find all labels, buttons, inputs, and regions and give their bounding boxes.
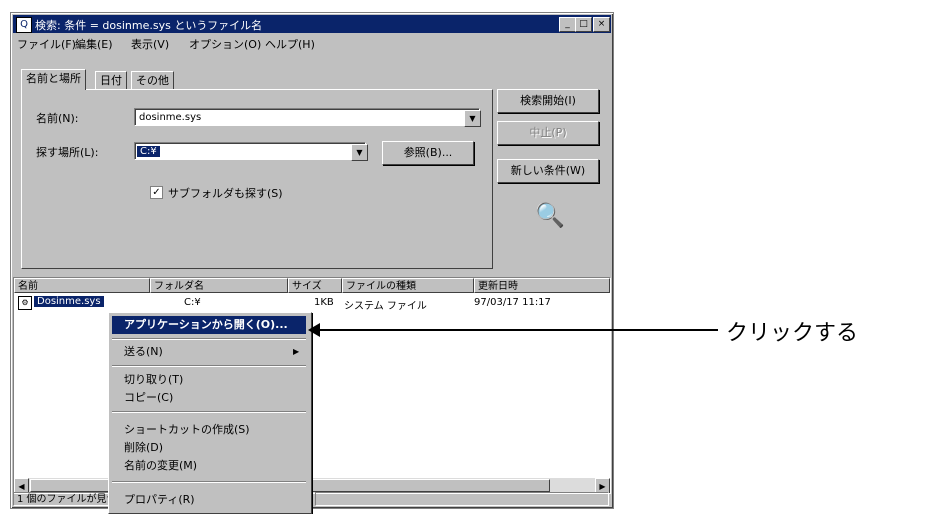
menu-separator bbox=[112, 365, 306, 367]
subfolder-label: サブフォルダも探す(S) bbox=[168, 187, 283, 200]
search-criteria-panel: 名前(N): dosinme.sys ▼ 探す場所(L): C:¥ ▼ 参照(B… bbox=[21, 89, 493, 269]
status-panel bbox=[315, 492, 609, 506]
scroll-right-icon[interactable]: ▶ bbox=[595, 478, 610, 493]
new-search-button[interactable]: 新しい条件(W) bbox=[497, 159, 599, 183]
menu-item-create-shortcut[interactable]: ショートカットの作成(S) bbox=[112, 421, 306, 439]
menu-file[interactable]: ファイル(F) bbox=[17, 36, 76, 52]
column-header-modified[interactable]: 更新日時 bbox=[474, 278, 610, 293]
result-folder: C:¥ bbox=[184, 297, 201, 308]
find-window: Q 検索: 条件 = dosinme.sys というファイル名 _ □ × ファ… bbox=[10, 12, 614, 509]
menu-item-send-to[interactable]: 送る(N) bbox=[112, 343, 306, 361]
location-value: C:¥ bbox=[137, 146, 160, 157]
subfolder-checkbox[interactable]: ✓ bbox=[150, 186, 163, 199]
menu-bar: ファイル(F) 編集(E) 表示(V) オプション(O) ヘルプ(H) bbox=[13, 34, 611, 52]
menu-separator bbox=[112, 481, 306, 483]
result-name[interactable]: Dosinme.sys bbox=[34, 296, 104, 307]
window-title: 検索: 条件 = dosinme.sys というファイル名 bbox=[35, 19, 263, 32]
menu-help[interactable]: ヘルプ(H) bbox=[265, 36, 315, 52]
name-dropdown-chevron-down-icon[interactable]: ▼ bbox=[464, 110, 481, 127]
menu-item-delete[interactable]: 削除(D) bbox=[112, 439, 306, 457]
tab-name-location[interactable]: 名前と場所 bbox=[21, 69, 86, 90]
result-type: システム ファイル bbox=[344, 301, 427, 312]
location-input[interactable]: C:¥ bbox=[134, 142, 366, 160]
title-bar[interactable]: Q 検索: 条件 = dosinme.sys というファイル名 _ □ × bbox=[13, 15, 611, 33]
close-button[interactable]: × bbox=[593, 17, 610, 32]
result-modified: 97/03/17 11:17 bbox=[474, 297, 551, 308]
tab-date[interactable]: 日付 bbox=[95, 71, 127, 90]
results-list[interactable]: 名前 フォルダ名 サイズ ファイルの種類 更新日時 ⚙ Dosinme.sys … bbox=[13, 277, 611, 494]
name-input[interactable]: dosinme.sys bbox=[134, 108, 480, 126]
menu-item-open-with[interactable]: アプリケーションから開く(O)... bbox=[112, 316, 306, 334]
menu-options[interactable]: オプション(O) bbox=[189, 36, 261, 52]
location-label: 探す場所(L): bbox=[36, 146, 99, 159]
menu-view[interactable]: 表示(V) bbox=[131, 36, 169, 52]
menu-edit[interactable]: 編集(E) bbox=[75, 36, 113, 52]
scroll-left-icon[interactable]: ◀ bbox=[14, 478, 29, 493]
menu-separator bbox=[112, 411, 306, 413]
magnifier-icon: 🔍 bbox=[535, 201, 565, 229]
location-dropdown-chevron-down-icon[interactable]: ▼ bbox=[351, 144, 368, 161]
stop-button[interactable]: 中止(P) bbox=[497, 121, 599, 145]
result-size: 1KB bbox=[314, 297, 334, 308]
column-header-folder[interactable]: フォルダ名 bbox=[150, 278, 288, 293]
menu-item-copy[interactable]: コピー(C) bbox=[112, 389, 306, 407]
annotation-text: クリックする bbox=[726, 321, 859, 346]
system-file-icon: ⚙ bbox=[18, 296, 32, 310]
maximize-button[interactable]: □ bbox=[575, 17, 592, 32]
annotation-line bbox=[318, 329, 718, 331]
submenu-arrow-icon: ▶ bbox=[293, 347, 300, 356]
browse-button[interactable]: 参照(B)... bbox=[382, 141, 474, 165]
horizontal-scrollbar[interactable]: ◀ ▶ bbox=[14, 478, 610, 493]
menu-item-rename[interactable]: 名前の変更(M) bbox=[112, 457, 306, 475]
name-label: 名前(N): bbox=[36, 112, 79, 125]
menu-item-properties[interactable]: プロパティ(R) bbox=[112, 491, 306, 509]
start-search-button[interactable]: 検索開始(I) bbox=[497, 89, 599, 113]
status-bar: 1 個のファイルが見つかりました bbox=[13, 492, 611, 506]
menu-separator bbox=[112, 338, 306, 340]
context-menu: アプリケーションから開く(O)... 送る(N) ▶ 切り取り(T) コピー(C… bbox=[108, 312, 312, 514]
menu-item-cut[interactable]: 切り取り(T) bbox=[112, 371, 306, 389]
column-header-type[interactable]: ファイルの種類 bbox=[342, 278, 474, 293]
column-header-size[interactable]: サイズ bbox=[288, 278, 342, 293]
find-app-icon: Q bbox=[16, 17, 32, 33]
column-header-name[interactable]: 名前 bbox=[14, 278, 150, 293]
minimize-button[interactable]: _ bbox=[559, 17, 576, 32]
tab-other[interactable]: その他 bbox=[131, 71, 174, 90]
